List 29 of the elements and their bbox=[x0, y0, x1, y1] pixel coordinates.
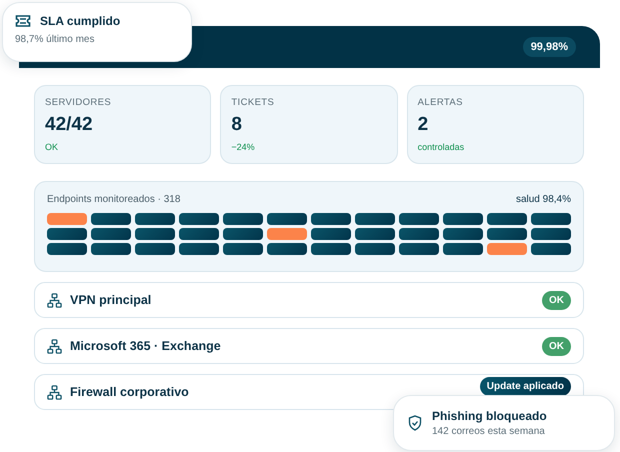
status-badge: Update aplicado bbox=[480, 376, 571, 396]
status-badge: OK bbox=[542, 336, 571, 356]
health-text: salud 98,4% bbox=[516, 194, 571, 205]
stat-note: OK bbox=[45, 142, 60, 152]
stat-label: SERVIDORES bbox=[45, 97, 112, 108]
network-icon bbox=[47, 338, 62, 354]
stat-value: 8 bbox=[231, 114, 243, 136]
status-badge: OK bbox=[542, 290, 571, 310]
toast-subtitle: 142 correos esta semana bbox=[432, 426, 546, 437]
toast-title: Phishing bloqueado bbox=[432, 409, 547, 423]
stat-value: 42/42 bbox=[45, 114, 94, 136]
network-icon bbox=[47, 292, 62, 308]
service-name: VPN principal bbox=[70, 293, 152, 307]
ticket-icon bbox=[15, 14, 31, 28]
network-icon bbox=[47, 384, 62, 400]
shield-check-icon bbox=[408, 415, 422, 431]
stat-note: −24% bbox=[231, 142, 256, 152]
service-name: Microsoft 365 · Exchange bbox=[70, 339, 222, 353]
stat-label: TICKETS bbox=[231, 97, 276, 108]
endpoints-title: Endpoints monitoreados · 318 bbox=[47, 194, 180, 205]
stat-value: 2 bbox=[418, 114, 430, 136]
stat-label: ALERTAS bbox=[418, 97, 464, 108]
toast-subtitle: 98,7% último mes bbox=[15, 34, 96, 45]
toast-title: SLA cumplido bbox=[40, 14, 120, 28]
service-row[interactable]: Microsoft 365 · Exchange OK bbox=[34, 328, 584, 364]
service-name: Firewall corporativo bbox=[70, 385, 190, 399]
uptime-badge: 99,98% bbox=[522, 37, 576, 57]
stat-note: controladas bbox=[418, 142, 466, 152]
service-row[interactable]: VPN principal OK bbox=[34, 282, 584, 318]
